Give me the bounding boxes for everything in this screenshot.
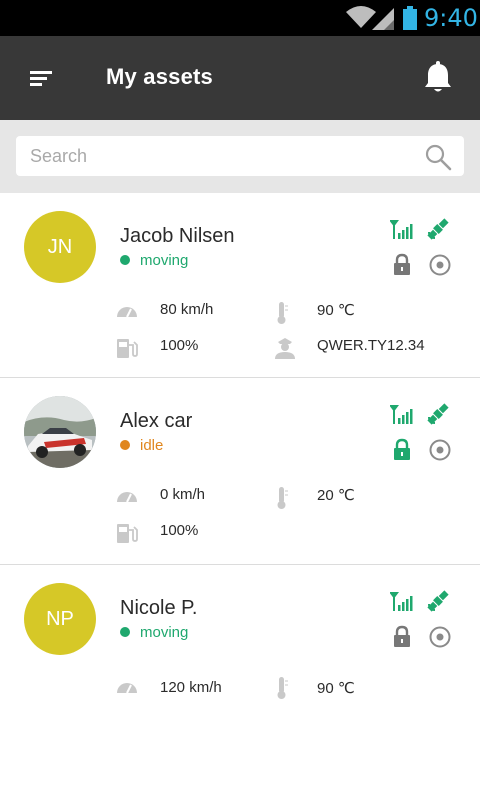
gsm-signal-icon [390,405,413,424]
thermometer-icon [277,302,288,324]
fuel-icon [117,524,138,543]
status-bar: 9:40 [0,0,480,36]
menu-button[interactable] [18,56,62,100]
search-input[interactable] [16,136,416,176]
target-icon[interactable] [428,253,452,277]
menu-icon [30,71,52,86]
thermometer-icon [277,487,288,509]
target-icon[interactable] [428,438,452,462]
cell-signal-icon [372,8,394,30]
status-dot [120,440,130,450]
avatar [24,396,96,468]
app-bar: My assets [0,36,480,120]
asset-name: Alex car [120,410,193,432]
lock-icon[interactable] [392,625,412,649]
temperature-value: 90 ℃ [317,302,355,319]
bell-icon [425,61,451,92]
asset-card[interactable]: JN Jacob Nilsen moving 80 km/h 90 ℃ 100%… [0,193,480,378]
speed-value: 80 km/h [160,301,214,318]
status-text: idle [140,437,164,454]
search-box [16,136,464,176]
avatar: NP [24,583,96,655]
notifications-button[interactable] [420,58,456,98]
satellite-icon [427,590,449,612]
fuel-value: 100% [160,522,199,539]
car-photo [24,396,96,468]
search-icon[interactable] [424,143,452,171]
satellite-icon [427,218,449,240]
driver-id-value: QWER.TY12.34 [317,337,425,354]
asset-card[interactable]: Alex car idle 0 km/h 20 ℃ 100% [0,378,480,565]
speed-value: 120 km/h [160,679,222,696]
temperature-value: 90 ℃ [317,680,355,697]
temperature-value: 20 ℃ [317,487,355,504]
asset-card[interactable]: NP Nicole P. moving 120 km/h 90 ℃ [0,565,480,715]
fuel-icon [117,339,138,358]
fuel-value: 100% [160,337,199,354]
status-dot [120,627,130,637]
search-area [0,120,480,193]
status-text: moving [140,252,189,269]
battery-icon [403,6,417,30]
gsm-signal-icon [390,220,413,239]
speedometer-icon [117,683,137,694]
clock-time: 9:40 [424,4,478,32]
target-icon[interactable] [428,625,452,649]
thermometer-icon [277,677,288,699]
speedometer-icon [117,492,137,503]
status-dot [120,255,130,265]
asset-name: Nicole P. [120,597,198,619]
speed-value: 0 km/h [160,486,206,503]
satellite-icon [427,403,449,425]
speedometer-icon [117,307,137,318]
gsm-signal-icon [390,592,413,611]
status-indicator: moving [120,252,188,269]
lock-icon[interactable] [392,253,412,277]
asset-name: Jacob Nilsen [120,225,235,247]
status-indicator: idle [120,437,163,454]
status-indicator: moving [120,624,188,641]
lock-icon[interactable] [392,438,412,462]
page-title: My assets [106,64,213,89]
avatar: JN [24,211,96,283]
driver-icon [275,338,295,359]
status-text: moving [140,624,189,641]
